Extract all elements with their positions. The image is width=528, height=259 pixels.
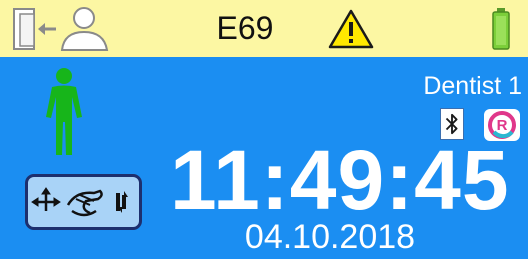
door-exit-user-icon[interactable] [12,6,112,52]
chair-motor-icon [66,189,103,217]
chair-movement-button[interactable] [25,174,142,230]
r-badge-label: R [497,117,508,134]
main-panel: Dentist 1 R 11:49:45 04.10.2018 [0,57,528,259]
user-name[interactable]: Dentist 1 [423,71,522,101]
warning-icon[interactable] [328,9,374,49]
standing-person-icon [46,68,82,155]
movement-button-graphic [31,187,128,217]
error-code: E69 [216,10,274,46]
current-time: 11:49:45 [170,133,510,227]
device-screen: E69 Dentist 1 R 11:49:45 04.10.2018 [0,0,528,259]
current-date: 04.10.2018 [244,218,416,256]
move-arrows-icon [31,187,61,211]
battery-full-icon [492,8,510,50]
status-bar: E69 [0,0,528,57]
rotate-icon [116,191,128,213]
